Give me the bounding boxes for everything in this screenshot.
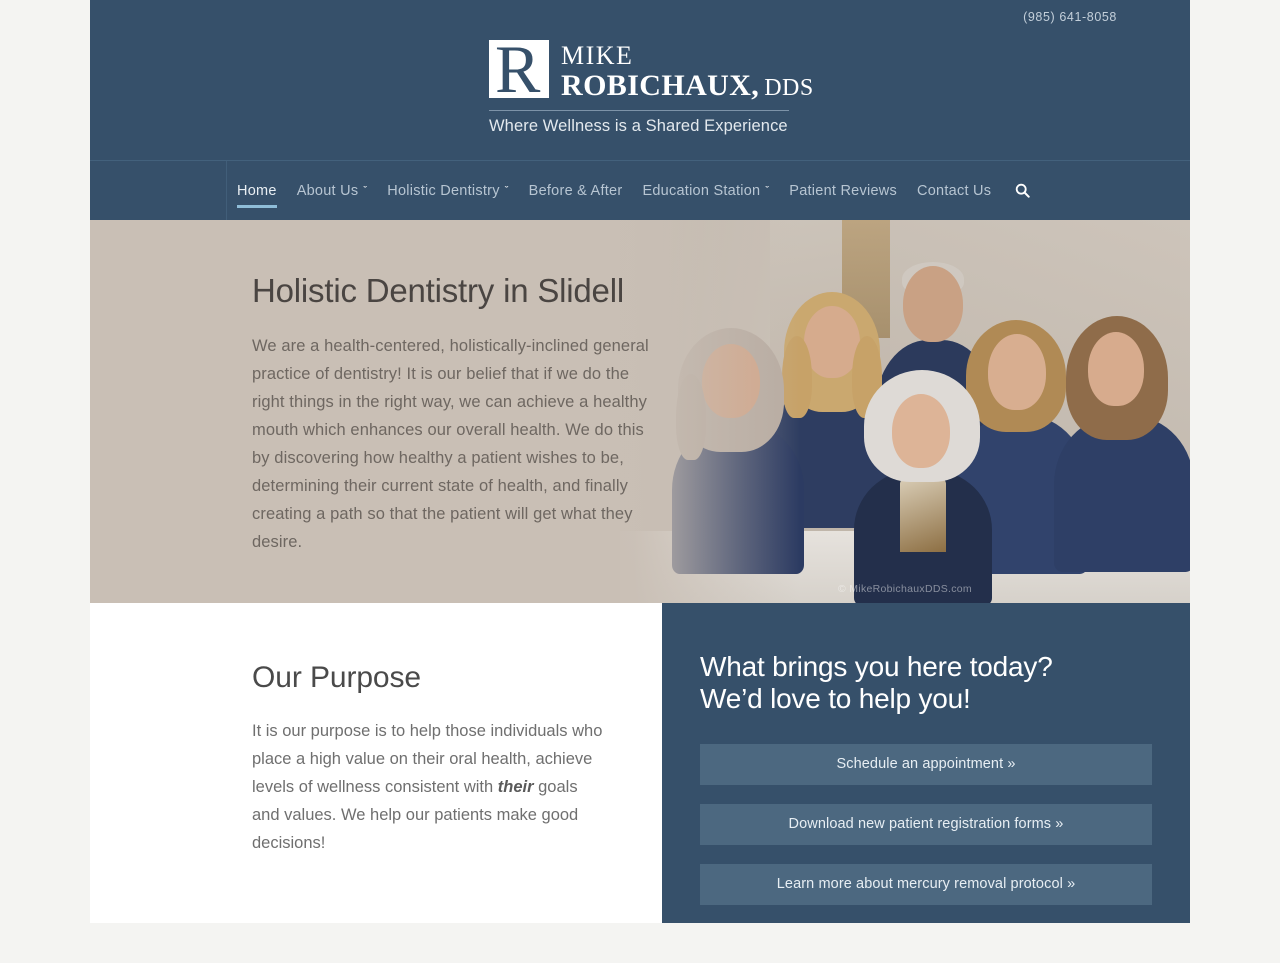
cta-heading: What brings you here today? We’d love to… <box>700 651 1152 716</box>
hero-team-photo: © MikeRobichauxDDS.com <box>620 220 1190 603</box>
site-logo[interactable]: R MIKE ROBICHAUX, DDS Where Wellness is … <box>90 35 1190 136</box>
cta-heading-line-1: What brings you here today? <box>700 651 1053 682</box>
mercury-removal-button[interactable]: Learn more about mercury removal protoco… <box>700 863 1152 905</box>
logo-tagline: Where Wellness is a Shared Experience <box>489 117 788 135</box>
photo-watermark: © MikeRobichauxDDS.com <box>838 583 972 595</box>
hero-section: © MikeRobichauxDDS.com Holistic Dentistr… <box>90 220 1190 603</box>
nav-label: Education Station <box>642 182 761 199</box>
site-header: (985) 641-8058 R MIKE ROBICHAUX, DDS Whe… <box>90 0 1190 160</box>
schedule-appointment-button[interactable]: Schedule an appointment » <box>700 743 1152 785</box>
nav-item-about-us[interactable]: About Us ˇ <box>287 161 378 221</box>
nav-label: About Us <box>296 182 359 199</box>
hero-heading: Holistic Dentistry in Slidell <box>252 272 624 309</box>
nav-label: Before & After <box>528 182 623 199</box>
download-forms-button[interactable]: Download new patient registration forms … <box>700 803 1152 845</box>
nav-label: Home <box>237 182 277 199</box>
nav-label: Patient Reviews <box>789 182 897 199</box>
nav-item-home[interactable]: Home <box>227 161 287 221</box>
purpose-paragraph: It is our purpose is to help those indiv… <box>252 717 604 857</box>
chevron-down-icon: ˇ <box>363 185 368 197</box>
chevron-down-icon: ˇ <box>765 185 770 197</box>
logo-divider <box>489 110 789 111</box>
nav-item-holistic-dentistry[interactable]: Holistic Dentistry ˇ <box>377 161 518 221</box>
nav-item-before-after[interactable]: Before & After <box>519 161 633 221</box>
logo-r-monogram-icon: R <box>489 35 549 103</box>
lower-section: Our Purpose It is our purpose is to help… <box>90 603 1190 923</box>
nav-item-education-station[interactable]: Education Station ˇ <box>632 161 779 221</box>
logo-r-letter: R <box>495 31 541 107</box>
logo-first-name: MIKE <box>561 41 634 70</box>
nav-label: Contact Us <box>917 182 992 199</box>
search-icon <box>1015 183 1030 198</box>
page-container: (985) 641-8058 R MIKE ROBICHAUX, DDS Whe… <box>90 0 1190 963</box>
cta-panel: What brings you here today? We’d love to… <box>662 603 1190 923</box>
search-button[interactable] <box>1001 161 1042 221</box>
nav-item-contact-us[interactable]: Contact Us <box>907 161 1001 221</box>
hero-paragraph: We are a health-centered, holistically-i… <box>252 336 649 551</box>
header-phone-number[interactable]: (985) 641-8058 <box>1023 10 1117 24</box>
nav-label: Holistic Dentistry <box>387 182 500 199</box>
main-navigation: Home About Us ˇ Holistic Dentistry ˇ Bef… <box>90 160 1190 221</box>
chevron-down-icon: ˇ <box>504 185 509 197</box>
purpose-emphasis: their <box>497 778 534 796</box>
purpose-heading: Our Purpose <box>252 661 421 694</box>
cta-heading-line-2: We’d love to help you! <box>700 683 971 715</box>
nav-item-patient-reviews[interactable]: Patient Reviews <box>779 161 907 221</box>
logo-credential: DDS <box>764 75 814 101</box>
our-purpose-block: Our Purpose It is our purpose is to help… <box>90 603 662 923</box>
page-bottom-strip <box>90 923 1190 963</box>
logo-last-name: ROBICHAUX, <box>561 69 760 102</box>
